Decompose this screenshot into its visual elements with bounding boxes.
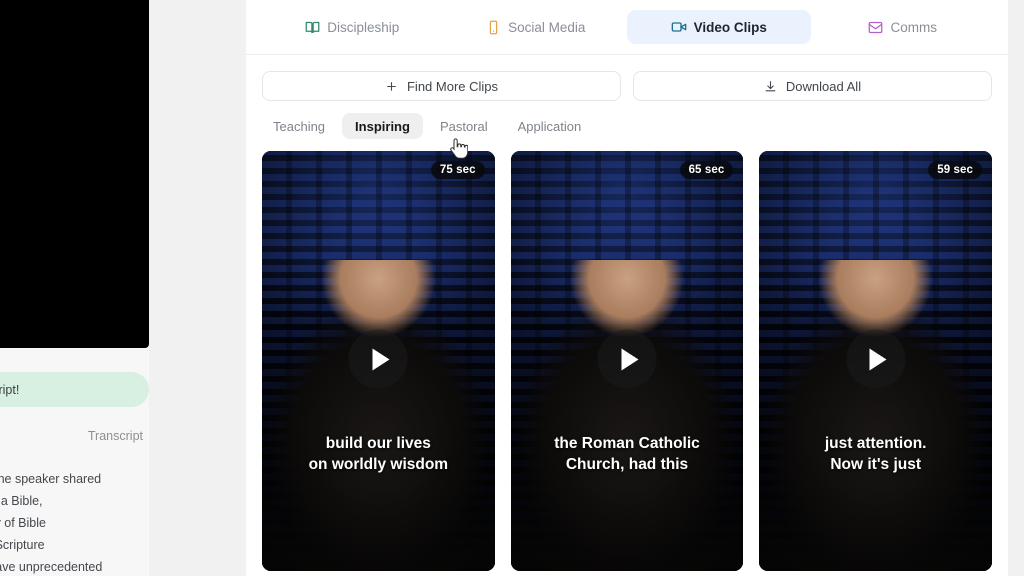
- clip-duration-badge: 75 sec: [430, 161, 485, 179]
- clip-caption: just attention. Now it's just: [769, 433, 982, 475]
- caption-line: just attention.: [824, 435, 927, 452]
- button-label: Find More Clips: [406, 78, 499, 94]
- caption-line: the Roman Catholic: [554, 435, 700, 452]
- filter-pill-pastoral[interactable]: Pastoral: [427, 113, 501, 139]
- chat-message-bubble: e transcript!: [0, 372, 149, 407]
- transcript-line: ney. The speaker shared: [0, 472, 102, 486]
- tab-video-clips[interactable]: Video Clips: [627, 10, 811, 44]
- play-button[interactable]: [846, 329, 906, 389]
- clip-grid: 75 sec build our lives on worldly wisdom…: [246, 139, 1008, 571]
- clip-card[interactable]: 65 sec the Roman Catholic Church, had th…: [510, 151, 744, 571]
- pill-label: Application: [517, 118, 582, 134]
- main-panel: Discipleship Social Media Video Clips Co…: [246, 0, 1008, 576]
- video-camera-icon: [671, 19, 687, 35]
- envelope-icon: [868, 19, 884, 35]
- pill-label: Inspiring: [355, 118, 410, 134]
- play-icon: [869, 348, 887, 370]
- filter-pill-inspiring[interactable]: Inspiring: [342, 113, 423, 139]
- left-sidebar: e transcript! Transcript ney. The speake…: [0, 0, 149, 576]
- transcript-line: h only a Bible,: [0, 494, 43, 508]
- phone-icon: [485, 19, 501, 35]
- clip-card[interactable]: 75 sec build our lives on worldly wisdom: [262, 151, 495, 571]
- chat-message-text: e transcript!: [0, 382, 20, 397]
- caption-line: build our lives: [325, 435, 431, 452]
- clip-duration-badge: 65 sec: [679, 161, 734, 179]
- transcript-line: history of Bible: [0, 516, 46, 530]
- plus-icon: [385, 79, 399, 93]
- transcript-line: e to have unprecedented: [0, 560, 103, 574]
- pill-label: Teaching: [273, 118, 326, 134]
- download-icon: [764, 79, 778, 93]
- tab-label: Comms: [890, 19, 938, 35]
- play-button[interactable]: [348, 329, 408, 389]
- transcript-text: ney. The speaker shared h only a Bible, …: [0, 468, 149, 576]
- tab-label: Discipleship: [327, 19, 400, 35]
- filter-pill-teaching[interactable]: Teaching: [260, 113, 338, 139]
- caption-line: Now it's just: [830, 456, 922, 473]
- filter-pill-row: Teaching Inspiring Pastoral Application: [246, 101, 1008, 139]
- caption-line: on worldly wisdom: [308, 456, 449, 473]
- tab-bar: Discipleship Social Media Video Clips Co…: [246, 0, 1008, 55]
- tab-comms[interactable]: Comms: [811, 10, 995, 44]
- play-button[interactable]: [597, 329, 657, 389]
- caption-line: Church, had this: [565, 456, 689, 473]
- clip-card[interactable]: 59 sec just attention. Now it's just: [759, 151, 993, 571]
- clip-duration-badge: 59 sec: [928, 161, 983, 179]
- tab-social-media[interactable]: Social Media: [444, 10, 628, 44]
- tab-label: Social Media: [508, 19, 586, 35]
- button-label: Download All: [785, 78, 862, 94]
- transcript-line: nake Scripture: [0, 538, 45, 552]
- filter-pill-application[interactable]: Application: [505, 113, 595, 139]
- action-button-row: Find More Clips Download All: [246, 55, 1008, 101]
- video-preview-player[interactable]: [0, 0, 149, 348]
- play-icon: [621, 348, 638, 370]
- clip-caption: the Roman Catholic Church, had this: [521, 433, 734, 475]
- download-all-button[interactable]: Download All: [633, 71, 992, 101]
- find-more-clips-button[interactable]: Find More Clips: [262, 71, 621, 101]
- pill-label: Pastoral: [439, 118, 488, 134]
- book-icon: [304, 19, 320, 35]
- play-icon: [372, 348, 390, 370]
- tab-discipleship[interactable]: Discipleship: [260, 10, 444, 44]
- tab-label: Video Clips: [693, 19, 767, 35]
- clip-caption: build our lives on worldly wisdom: [272, 433, 485, 475]
- transcript-heading: Transcript: [87, 429, 143, 443]
- app-root: e transcript! Transcript ney. The speake…: [0, 0, 1024, 576]
